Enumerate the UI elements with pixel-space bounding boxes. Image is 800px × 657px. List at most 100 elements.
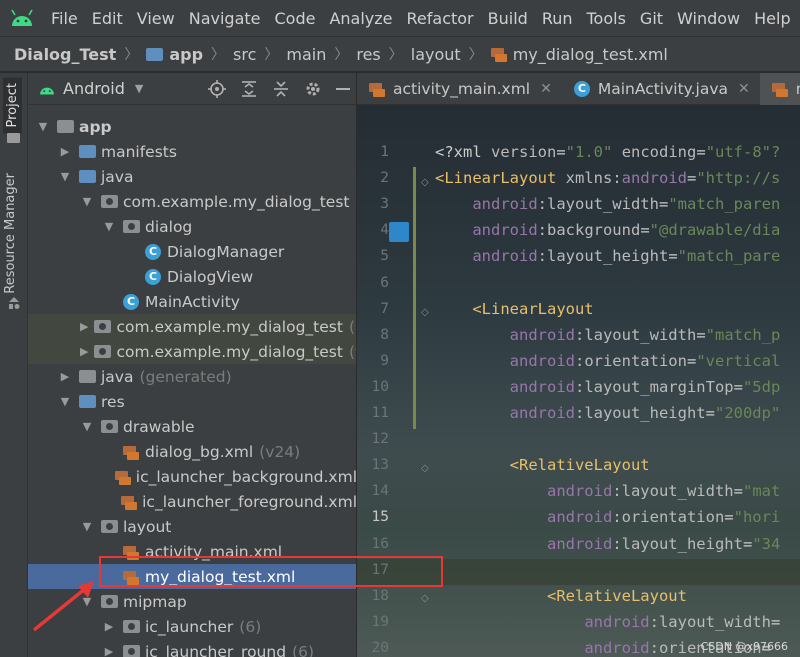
menu-view[interactable]: View [130,9,182,28]
package-icon [94,318,112,336]
close-icon[interactable]: ✕ [540,81,552,97]
tree-row-ic-launcher-foreground[interactable]: ic_launcher_foreground.xml [28,489,356,514]
project-view-label: Android [63,79,125,98]
breadcrumb-layout[interactable]: layout [411,45,461,64]
menu-tools[interactable]: Tools [580,9,633,28]
chevron-down-icon: ▼ [134,82,144,95]
package-icon [122,643,140,657]
resource-manager-label: Resource Manager [3,173,18,294]
code-token: android [546,508,613,527]
project-view-selector[interactable]: Android ▼ [38,79,143,98]
code-token: android [621,169,687,188]
code-token: = [668,247,678,266]
menu-analyze[interactable]: Analyze [322,9,399,28]
code-token: <RelativeLayout [509,456,650,475]
tree-row-suffix: (t [348,342,356,361]
code-token: = [556,143,566,161]
module-folder-icon [56,118,74,136]
tree-row-label: ic_launcher_background.xml [135,467,357,486]
package-icon [100,193,118,211]
tree-row-res[interactable]: ▼ res [28,389,356,414]
tree-row-ic-launcher-background[interactable]: ic_launcher_background.xml [28,464,357,489]
gear-icon[interactable] [304,80,322,98]
expand-all-icon[interactable] [240,80,258,98]
tree-row-layout[interactable]: ▼ layout [28,514,356,539]
chevron-right-icon[interactable]: ▶ [80,345,88,358]
menu-help[interactable]: Help [747,9,797,28]
menu-edit[interactable]: Edit [85,9,130,28]
tree-row-dialogview[interactable]: C DialogView [28,264,356,289]
chevron-down-icon[interactable]: ▼ [58,170,72,183]
chevron-down-icon[interactable]: ▼ [58,395,72,408]
code-token: = [686,351,697,370]
breadcrumb-project[interactable]: Dialog_Test [14,45,116,64]
chevron-right-icon[interactable]: ▶ [58,370,72,383]
menu-refactor[interactable]: Refactor [400,9,481,28]
tree-row-dialogmanager[interactable]: C DialogManager [28,239,356,264]
tree-row-label: com.example.my_dialog_test [123,192,350,211]
resource-manager-tool-button[interactable]: Resource Manager [3,173,18,294]
tree-row-java-generated[interactable]: ▶ java (generated) [28,364,356,389]
chevron-right-icon[interactable]: ▶ [80,320,88,333]
chevron-down-icon[interactable]: ▼ [80,195,94,208]
tree-row-drawable[interactable]: ▼ drawable [28,414,356,439]
tree-row-java[interactable]: ▼ java [28,164,356,189]
breadcrumb-module[interactable]: app [146,45,203,64]
color-swatch-icon[interactable] [389,222,409,242]
breadcrumb-file[interactable]: my_dialog_test.xml [490,45,668,64]
chevron-right-icon[interactable]: ▶ [102,620,116,633]
menu-run[interactable]: Run [535,9,580,28]
tree-row-package-androidtest[interactable]: ▶ com.example.my_dialog_test (a [28,314,356,339]
tab-mainactivity[interactable]: C MainActivity.java ✕ [562,73,760,105]
tree-row-suffix: (6) [292,642,315,657]
chevron-down-icon[interactable]: ▼ [102,220,116,233]
menu-navigate[interactable]: Navigate [182,9,268,28]
menu-build[interactable]: Build [481,9,535,28]
close-icon[interactable]: ✕ [738,81,750,97]
breadcrumb-module-label: app [169,44,204,64]
resources-icon [7,295,21,309]
menu-code[interactable]: Code [268,9,323,28]
annotation-highlight-box [99,556,443,587]
breadcrumb-res[interactable]: res [356,45,380,64]
tree-row-dialog[interactable]: ▼ dialog [28,214,356,239]
tree-row-manifests[interactable]: ▶ manifests [28,139,356,164]
fold-icon[interactable]: ◇ [421,463,429,474]
chevron-right-icon[interactable]: ▶ [58,145,72,158]
project-tool-button[interactable]: Project [3,77,22,134]
tree-row-label: com.example.my_dialog_test [116,317,343,336]
minimize-icon[interactable] [336,88,350,90]
tree-row-dialog-bg[interactable]: dialog_bg.xml (v24) [28,439,356,464]
collapse-all-icon[interactable] [272,80,290,98]
locate-icon[interactable] [208,80,226,98]
tree-row-app[interactable]: ▼ app [28,114,356,139]
tree-row-ic-launcher-round[interactable]: ▶ ic_launcher_round (6) [28,639,356,657]
tab-activity-main[interactable]: activity_main.xml ✕ [357,73,562,105]
menu-file[interactable]: File [44,9,85,28]
chevron-down-icon[interactable]: ▼ [80,420,94,433]
tree-row-package[interactable]: ▼ com.example.my_dialog_test [28,189,356,214]
menu-window[interactable]: Window [670,9,747,28]
chevron-down-icon[interactable]: ▼ [80,520,94,533]
generated-folder-icon [78,368,96,386]
fold-icon[interactable]: ◇ [421,307,429,318]
fold-icon[interactable]: ◇ [421,177,429,188]
chevron-down-icon[interactable]: ▼ [36,120,50,133]
tab-my-dialog-test[interactable]: my_d [759,73,800,105]
breadcrumb-main[interactable]: main [286,45,326,64]
fold-icon[interactable]: ◇ [421,593,429,604]
code-token: android [584,638,650,657]
tree-row-package-test[interactable]: ▶ com.example.my_dialog_test (t [28,339,356,364]
breadcrumb-src[interactable]: src [233,45,256,64]
chevron-right-icon[interactable]: ▶ [102,645,116,657]
tree-row-mainactivity[interactable]: C MainActivity [28,289,356,314]
code-token: "hori [733,508,781,527]
menu-git[interactable]: Git [633,9,670,28]
line-number: 5 [380,248,389,265]
chevron-right-icon: 〉 [468,47,483,63]
